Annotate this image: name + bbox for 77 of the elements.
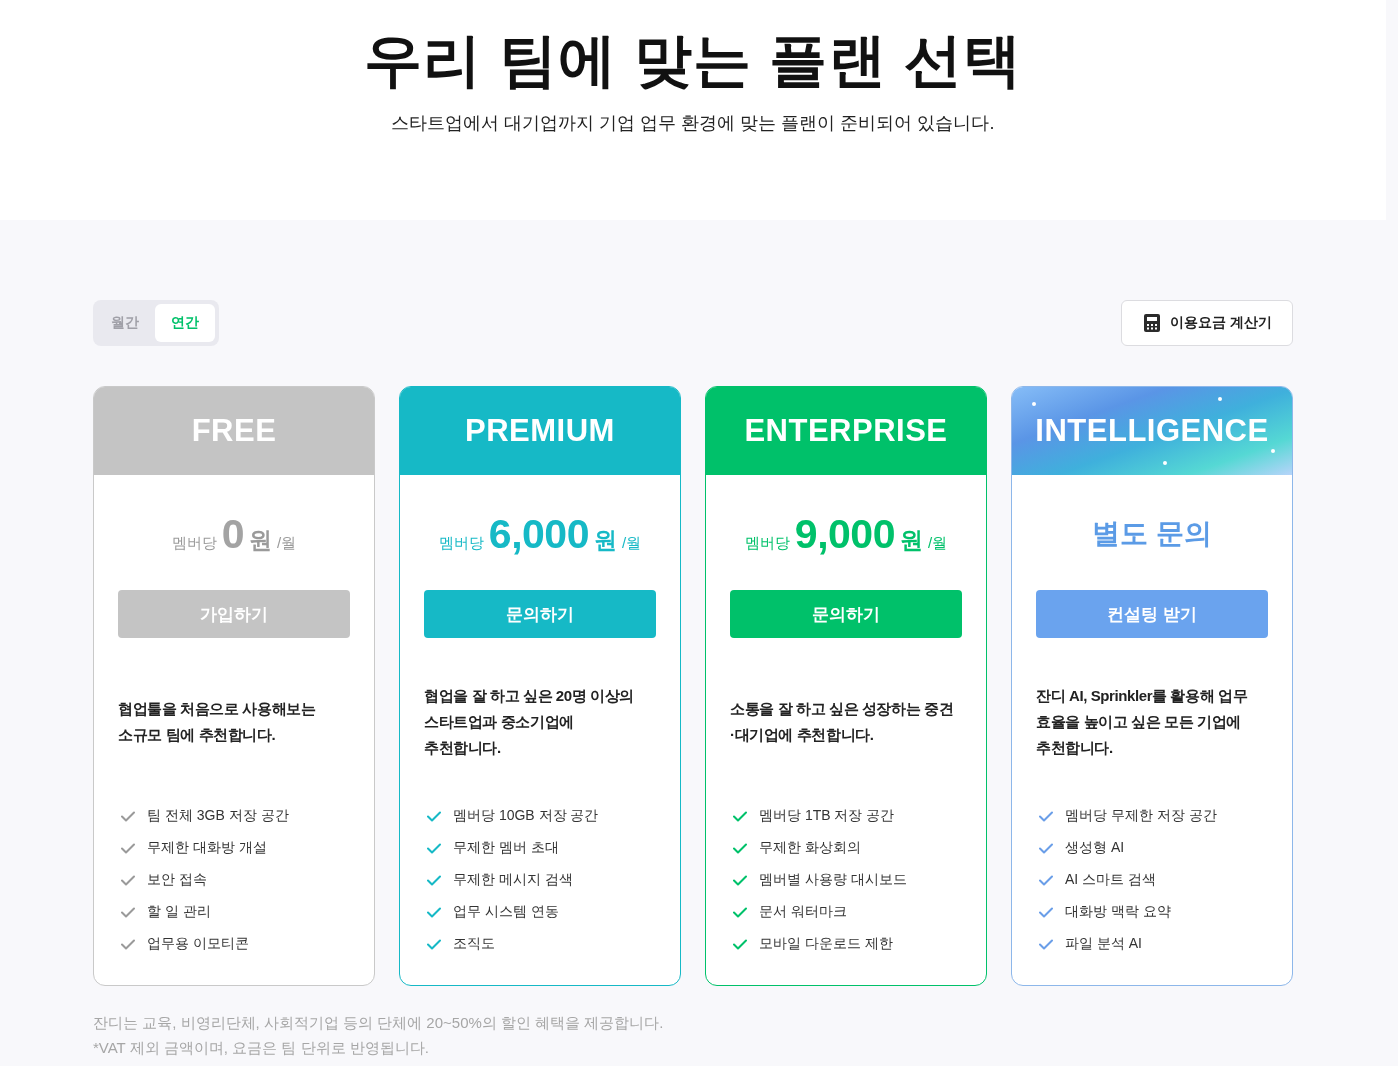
billing-option[interactable]: 연간 [155,304,215,342]
page-subtitle: 스타트업에서 대기업까지 기업 업무 환경에 맞는 플랜이 준비되어 있습니다. [391,112,995,135]
feature-text: 멤버당 무제한 저장 공간 [1065,807,1217,825]
check-icon [427,938,441,950]
feature-text: 멤버별 사용량 대시보드 [759,871,907,889]
plan-name: ENTERPRISE [744,413,948,449]
plan-button[interactable]: 컨설팅 받기 [1036,590,1268,638]
price-unit: 원 [899,526,923,555]
footnote-text: 잔디는 교육, 비영리단체, 사회적기업 등의 단체에 20~50%의 할인 혜택을 제공합니다. [93,1013,665,1033]
check-icon [121,938,135,950]
plan-button[interactable]: 가입하기 [118,590,350,638]
check-icon [1039,842,1053,854]
check-icon [427,906,441,918]
feature-text: 보안 접속 [147,871,207,889]
feature-text: 멤버당 10GB 저장 공간 [453,807,599,825]
plan-description: 소통을 잘 하고 싶은 성장하는 중견 ·대기업에 추천합니다. [730,699,954,745]
price-prefix: 멤버당 [438,533,484,553]
check-icon [1039,938,1053,950]
feature-text: 문서 워터마크 [759,903,847,921]
feature-text: 대화방 맥락 요약 [1065,903,1171,921]
sparkle-icon [1271,449,1275,453]
feature-text: 조직도 [453,935,495,953]
check-icon [733,938,747,950]
plan-description: 잔디 AI, Sprinkler를 활용해 업무 효율을 높이고 싶은 모든 기업에 추천합니다. [1036,686,1248,758]
check-icon [121,906,135,918]
plan-name: INTELLIGENCE [1035,413,1269,449]
plan-button[interactable]: 문의하기 [730,590,962,638]
plan-description: 협업툴을 처음으로 사용해보는 소규모 팀에 추천합니다. [118,699,316,745]
price-period: /월 [927,533,948,553]
price-period: /월 [621,533,642,553]
footnote-text: *VAT 제외 금액이며, 요금은 팀 단위로 반영됩니다. [93,1038,430,1058]
sparkle-icon [1032,402,1036,406]
plan-button[interactable]: 문의하기 [424,590,656,638]
feature-text: 무제한 화상회의 [759,839,861,857]
feature-text: 무제한 메시지 검색 [453,871,573,889]
check-icon [1039,906,1053,918]
price-amount: 6,000 [488,510,589,559]
check-icon [427,842,441,854]
feature-text: 업무 시스템 연동 [453,903,559,921]
feature-text: 파일 분석 AI [1065,935,1142,953]
check-icon [121,874,135,886]
page-title: 우리 팀에 맞는 플랜 선택 [363,26,1023,94]
feature-text: 업무용 이모티콘 [147,935,249,953]
check-icon [121,842,135,854]
price-amount: 0 [221,510,245,559]
feature-text: 무제한 멤버 초대 [453,839,559,857]
plan-name: PREMIUM [465,413,615,449]
feature-text: 무제한 대화방 개설 [147,839,267,857]
calculator-button[interactable]: 이용요금 계산기 [1121,300,1293,346]
feature-text: 모바일 다운로드 제한 [759,935,893,953]
check-icon [733,874,747,886]
check-icon [733,842,747,854]
feature-text: 멤버당 1TB 저장 공간 [759,807,895,825]
check-icon [733,810,747,822]
feature-text: 할 일 관리 [147,903,211,921]
check-icon [1039,874,1053,886]
check-icon [121,810,135,822]
price-prefix: 멤버당 [171,533,217,553]
sparkle-icon [1163,461,1167,465]
price-period: /월 [277,533,297,553]
check-icon [427,874,441,886]
plan-name: FREE [191,413,277,449]
price-unit: 원 [249,526,273,555]
check-icon [1039,810,1053,822]
plan-description: 협업을 잘 하고 싶은 20명 이상의 스타트업과 중소기업에 추천합니다. [424,686,634,758]
billing-option[interactable]: 월간 [97,304,153,342]
price-unit: 원 [593,526,617,555]
calculator-icon [1144,314,1161,332]
price-amount: 9,000 [794,510,895,559]
feature-text: 팀 전체 3GB 저장 공간 [147,807,289,825]
price-prefix: 멤버당 [744,533,790,553]
check-icon [427,810,441,822]
check-icon [733,906,747,918]
feature-text: AI 스마트 검색 [1065,871,1156,889]
sparkle-icon [1218,397,1222,401]
price-inquiry-text: 별도 문의 [1092,517,1212,551]
feature-text: 생성형 AI [1065,839,1125,857]
